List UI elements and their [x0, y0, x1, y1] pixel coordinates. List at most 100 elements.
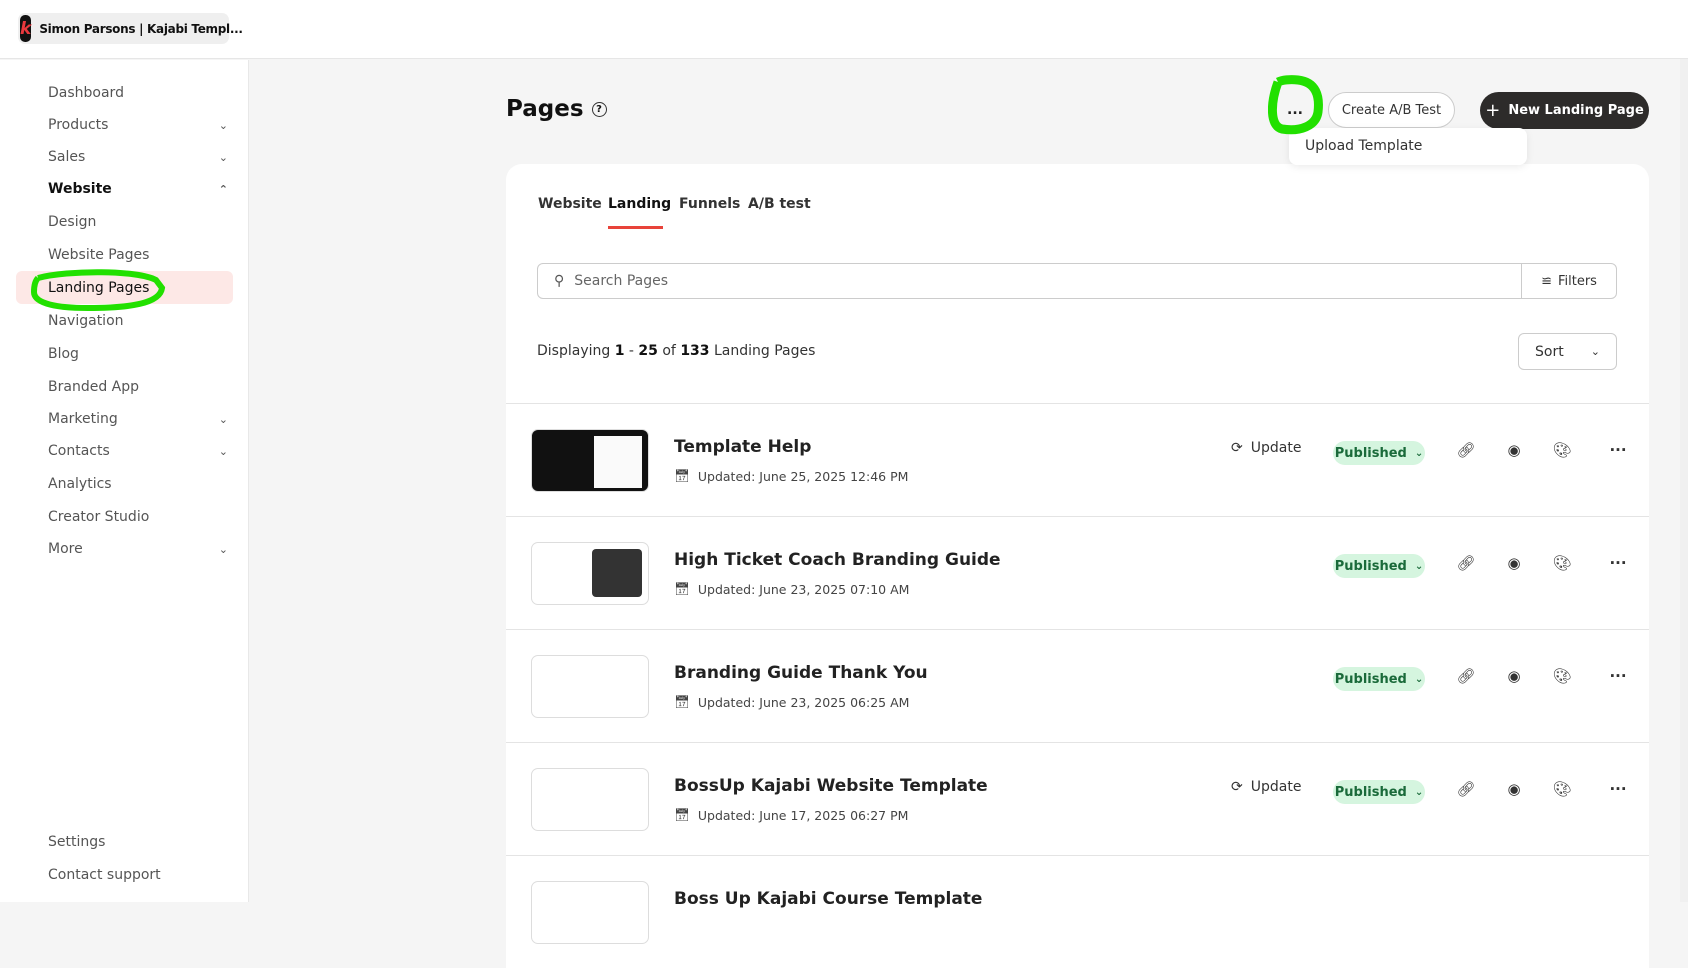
sidebar-item-settings[interactable]: Settings — [48, 834, 228, 850]
table-row[interactable]: Template Help 📅︎ Updated: June 25, 2025 12… — [506, 403, 1649, 516]
sidebar-item-more[interactable]: More ⌄ — [48, 541, 228, 557]
sidebar-item-contact-support[interactable]: Contact support — [48, 867, 228, 883]
sidebar-item-sales[interactable]: Sales ⌄ — [48, 149, 228, 165]
page-title-link[interactable]: Template Help — [674, 437, 811, 457]
calendar-icon: 📅︎ — [674, 694, 690, 709]
update-label: Update — [1250, 779, 1302, 795]
sidebar-item-navigation[interactable]: Navigation — [48, 313, 228, 329]
scrollbar[interactable] — [1680, 59, 1688, 902]
sort-dropdown[interactable]: Sort ⌄ — [1518, 333, 1617, 370]
tab-landing[interactable]: Landing — [608, 196, 671, 212]
sidebar-item-design[interactable]: Design — [48, 214, 228, 230]
chevron-down-icon: ⌄ — [1414, 560, 1424, 572]
updated-date-text: Updated: June 17, 2025 06:27 PM — [697, 807, 909, 823]
sort-label: Sort — [1535, 343, 1564, 360]
sidebar-item-label: Branded App — [48, 379, 139, 395]
sidebar-item-website[interactable]: Website ⌃ — [48, 181, 228, 197]
tab-ab-test[interactable]: A/B test — [748, 196, 811, 212]
more-options-icon[interactable]: ··· — [1607, 441, 1629, 459]
table-row[interactable]: Boss Up Kajabi Course Template — [506, 855, 1649, 968]
search-pages-field[interactable]: ⚲ Search Pages ≌ Filters — [537, 263, 1617, 299]
sidebar-item-label: Website Pages — [48, 247, 150, 263]
search-input[interactable]: Search Pages — [574, 273, 1521, 289]
update-button[interactable]: ⟳ Update — [1231, 440, 1301, 456]
results-count: Displaying 1 - 25 of 133 Landing Pages — [537, 343, 816, 359]
page-title-link[interactable]: Boss Up Kajabi Course Template — [674, 889, 982, 909]
page-thumbnail[interactable] — [531, 768, 649, 831]
page-thumbnail[interactable] — [531, 429, 649, 492]
more-options-icon[interactable]: ··· — [1607, 667, 1629, 685]
palette-icon[interactable]: 🎨︎ — [1551, 441, 1573, 459]
status-dropdown[interactable]: Published ⌄ — [1333, 441, 1425, 465]
palette-icon[interactable]: 🎨︎ — [1551, 667, 1573, 685]
palette-icon[interactable]: 🎨︎ — [1551, 780, 1573, 798]
page-title-link[interactable]: Branding Guide Thank You — [674, 663, 928, 683]
eye-icon[interactable]: ◉ — [1503, 780, 1525, 798]
help-icon[interactable]: ? — [591, 101, 607, 117]
status-dropdown[interactable]: Published ⌄ — [1333, 780, 1425, 804]
table-row[interactable]: High Ticket Coach Branding Guide 📅︎ Update… — [506, 516, 1649, 629]
sidebar-item-marketing[interactable]: Marketing ⌄ — [48, 411, 228, 427]
eye-icon[interactable]: ◉ — [1503, 667, 1525, 685]
update-button[interactable]: ⟳ Update — [1231, 779, 1301, 795]
updated-date: 📅︎ Updated: June 25, 2025 12:46 PM — [674, 468, 908, 484]
more-options-icon[interactable]: ··· — [1607, 780, 1629, 798]
results-total: 133 — [680, 343, 710, 359]
status-dropdown[interactable]: Published ⌄ — [1333, 667, 1425, 691]
sidebar-item-label: Creator Studio — [48, 509, 150, 525]
updated-date: 📅︎ Updated: June 23, 2025 06:25 AM — [674, 694, 909, 710]
sidebar-item-contacts[interactable]: Contacts ⌄ — [48, 443, 228, 459]
menu-item-upload-template[interactable]: Upload Template — [1289, 128, 1527, 165]
chevron-up-icon: ⌃ — [218, 182, 228, 196]
tab-website[interactable]: Website — [538, 196, 602, 212]
link-icon[interactable]: 🔗︎ — [1455, 554, 1477, 572]
chevron-down-icon: ⌄ — [1414, 786, 1424, 798]
link-icon[interactable]: 🔗︎ — [1455, 780, 1477, 798]
tab-funnels[interactable]: Funnels — [679, 196, 740, 212]
chevron-down-icon: ⌄ — [1414, 673, 1424, 685]
sidebar-item-website-pages[interactable]: Website Pages — [48, 247, 228, 263]
eye-icon[interactable]: ◉ — [1503, 554, 1525, 572]
chevron-down-icon: ⌄ — [218, 542, 228, 556]
sidebar-item-dashboard[interactable]: Dashboard — [48, 85, 228, 101]
table-row[interactable]: BossUp Kajabi Website Template 📅︎ Updated:… — [506, 742, 1649, 855]
page-title-link[interactable]: High Ticket Coach Branding Guide — [674, 550, 1001, 570]
sidebar-item-landing-pages[interactable]: Landing Pages — [48, 280, 228, 296]
page-thumbnail[interactable] — [531, 542, 649, 605]
update-label: Update — [1250, 440, 1302, 456]
sidebar-item-branded-app[interactable]: Branded App — [48, 379, 228, 395]
sidebar-item-label: Marketing — [48, 411, 118, 427]
eye-icon[interactable]: ◉ — [1503, 441, 1525, 459]
link-icon[interactable]: 🔗︎ — [1455, 667, 1477, 685]
status-label: Published — [1334, 558, 1407, 574]
calendar-icon: 📅︎ — [674, 581, 690, 596]
search-icon: ⚲ — [554, 273, 565, 289]
new-landing-page-button[interactable]: + New Landing Page — [1480, 92, 1649, 129]
calendar-icon: 📅︎ — [674, 807, 690, 822]
palette-icon[interactable]: 🎨︎ — [1551, 554, 1573, 572]
sidebar-item-label: Navigation — [48, 313, 124, 329]
table-row[interactable]: Branding Guide Thank You 📅︎ Updated: June … — [506, 629, 1649, 742]
sidebar-item-creator-studio[interactable]: Creator Studio — [48, 509, 228, 525]
page-title-text: Pages — [506, 96, 584, 122]
more-options-icon[interactable]: ··· — [1607, 554, 1629, 572]
filters-button[interactable]: ≌ Filters — [1521, 264, 1616, 298]
new-landing-page-label: New Landing Page — [1508, 103, 1644, 118]
plus-icon: + — [1485, 100, 1501, 121]
page-thumbnail[interactable] — [531, 655, 649, 718]
workspace-switcher[interactable]: k Simon Parsons | Kajabi Templ... — [18, 13, 243, 44]
sidebar-item-products[interactable]: Products ⌄ — [48, 117, 228, 133]
sidebar-item-label: Contacts — [48, 443, 110, 459]
updated-date-text: Updated: June 25, 2025 12:46 PM — [697, 468, 909, 484]
page-thumbnail[interactable] — [531, 881, 649, 944]
active-tab-indicator — [608, 226, 663, 229]
page-title: Pages? — [506, 96, 607, 122]
sidebar-item-blog[interactable]: Blog — [48, 346, 228, 362]
chevron-down-icon: ⌄ — [218, 118, 228, 132]
page-title-link[interactable]: BossUp Kajabi Website Template — [674, 776, 988, 796]
status-dropdown[interactable]: Published ⌄ — [1333, 554, 1425, 578]
more-options-button[interactable]: ... — [1278, 94, 1312, 126]
link-icon[interactable]: 🔗︎ — [1455, 441, 1477, 459]
create-ab-test-button[interactable]: Create A/B Test — [1328, 92, 1455, 128]
sidebar-item-analytics[interactable]: Analytics — [48, 476, 228, 492]
